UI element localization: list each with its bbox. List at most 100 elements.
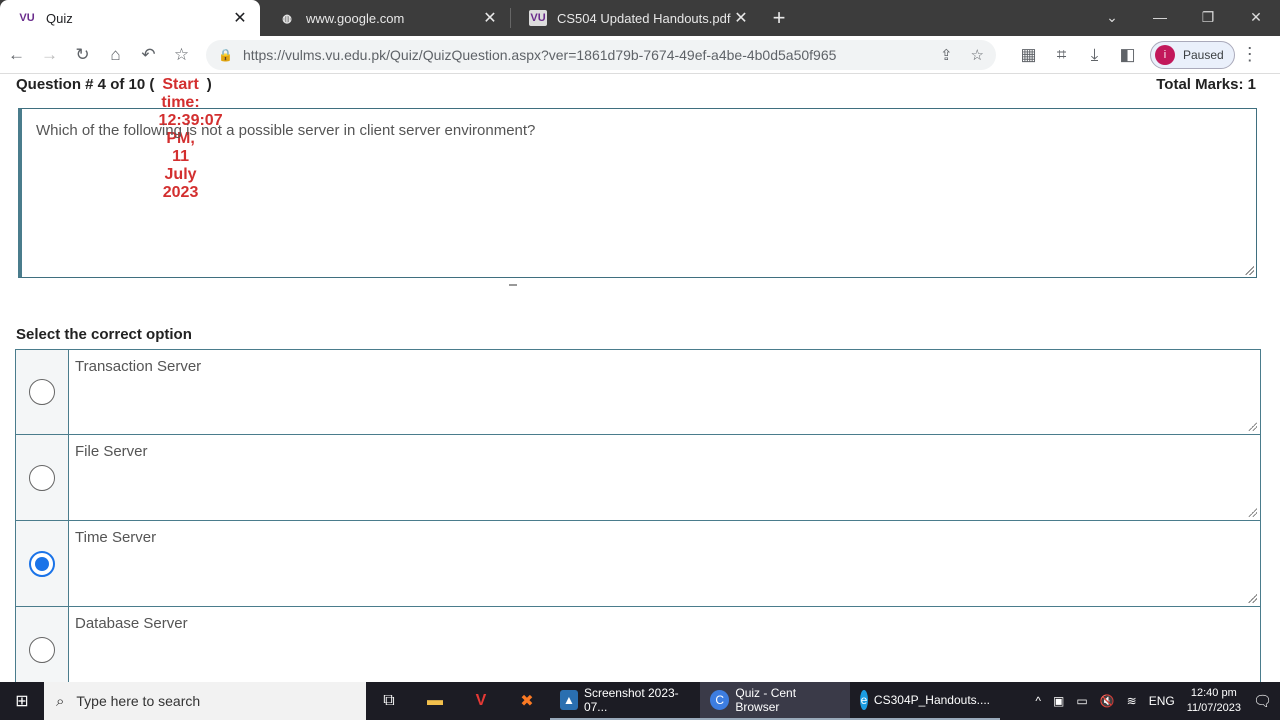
globe-icon: ◍ [282, 12, 292, 25]
resize-handle-icon[interactable] [1247, 421, 1257, 431]
home-icon[interactable]: ⌂ [99, 45, 132, 65]
clock-date: 11/07/2023 [1186, 702, 1241, 714]
search-placeholder: Type here to search [76, 693, 201, 709]
tab-title: Quiz [46, 10, 73, 26]
vu-logo-icon: VU [529, 10, 547, 26]
tab-google[interactable]: ◍ www.google.com ✕ [260, 0, 510, 36]
option-text-box: Time Server [69, 521, 1260, 606]
option-label: File Server [75, 443, 148, 460]
resize-handle-icon[interactable] [1244, 265, 1254, 275]
browser-tab-bar: VU Quiz ✕ ◍ www.google.com ✕ VU CS504 Up… [0, 0, 1280, 36]
tab-cs504-handouts[interactable]: VU CS504 Updated Handouts.pdf ✕ [511, 0, 761, 36]
volume-muted-icon[interactable]: 🔇 [1100, 694, 1115, 708]
tab-title: CS504 Updated Handouts.pdf [557, 10, 731, 26]
option-file-server[interactable]: File Server [15, 435, 1261, 521]
clock[interactable]: 12:40 pm 11/07/2023 [1187, 686, 1241, 716]
side-panel-icon[interactable]: ◧ [1111, 45, 1144, 65]
resize-handle-icon[interactable] [1247, 507, 1257, 517]
start-time: Start time: 12:39:07 PM, 11 July 2023 [158, 76, 223, 201]
option-label: Database Server [75, 615, 188, 632]
file-explorer-icon[interactable]: ▬ [412, 682, 458, 720]
browser-toolbar: ← → ↻ ⌂ ↶ ☆ 🔒 https://vulms.vu.edu.pk/Qu… [0, 36, 1280, 74]
avatar: i [1155, 44, 1175, 65]
undo-close-icon[interactable]: ↶ [132, 45, 165, 65]
windows-taskbar: ⊞ ⌕ Type here to search ⧉ ▬ V ✖ ▲ Screen… [0, 682, 1280, 720]
question-text: Which of the following is not a possible… [36, 122, 536, 139]
close-tab-icon[interactable]: ✕ [482, 8, 498, 28]
xampp-icon[interactable]: ✖ [504, 682, 550, 720]
close-window-icon[interactable]: ✕ [1232, 0, 1280, 36]
radio-button[interactable] [29, 636, 55, 663]
option-label: Time Server [75, 529, 157, 546]
battery-icon[interactable]: ▭ [1076, 694, 1087, 708]
wifi-icon[interactable]: ≋ [1127, 694, 1137, 708]
option-database-server[interactable]: Database Server [15, 607, 1261, 682]
taskbar-app-label: CS304P_Handouts.... [873, 693, 990, 707]
select-option-label: Select the correct option [16, 326, 192, 343]
options-list: Transaction Server File Server Time Serv… [15, 349, 1261, 682]
radio-button[interactable] [29, 379, 55, 405]
option-label: Transaction Server [75, 358, 202, 375]
radio-button[interactable] [29, 464, 55, 491]
close-paren: ) [206, 76, 212, 93]
tab-title: www.google.com [306, 10, 405, 26]
vu-logo-icon: VU [19, 12, 35, 24]
crop-icon[interactable]: ⌗ [1045, 45, 1078, 65]
url-text: https://vulms.vu.edu.pk/Quiz/QuizQuestio… [242, 46, 837, 63]
option-text-box: Database Server [69, 607, 1260, 682]
tray-overflow-icon[interactable]: ^ [1035, 694, 1041, 708]
radio-cell [16, 607, 69, 682]
option-transaction-server[interactable]: Transaction Server [15, 349, 1261, 435]
clock-time: 12:40 pm [1190, 687, 1237, 699]
total-marks: Total Marks: 1 [1156, 76, 1256, 93]
restore-icon[interactable]: ❐ [1184, 0, 1232, 36]
search-icon: ⌕ [56, 692, 65, 710]
edge-icon: e [860, 690, 868, 710]
close-tab-icon[interactable]: ✕ [232, 8, 248, 28]
back-icon[interactable]: ← [0, 45, 33, 65]
taskbar-app-screenshot[interactable]: ▲ Screenshot 2023-07... [550, 682, 700, 720]
forward-icon[interactable]: → [33, 45, 66, 65]
notifications-icon[interactable]: 🗨 [1253, 692, 1272, 710]
v-app-icon[interactable]: V [458, 682, 504, 720]
radio-cell [16, 521, 69, 606]
radio-cell [16, 350, 69, 434]
lock-icon: 🔒 [218, 47, 233, 62]
reload-icon[interactable]: ↻ [66, 45, 99, 65]
radio-cell [16, 435, 69, 520]
bookmark-icon[interactable]: ☆ [971, 46, 984, 64]
address-bar[interactable]: 🔒 https://vulms.vu.edu.pk/Quiz/QuizQuest… [206, 39, 996, 70]
language-indicator[interactable]: ENG [1149, 694, 1175, 708]
window-controls: ⌄ — ❐ ✕ [1088, 0, 1280, 36]
divider [509, 284, 517, 286]
tab-quiz[interactable]: VU Quiz ✕ [0, 0, 260, 36]
taskbar-app-label: Quiz - Cent Browser [735, 686, 797, 714]
question-textarea: Which of the following is not a possible… [18, 108, 1257, 278]
taskbar-app-label: Screenshot 2023-07... [583, 686, 679, 714]
windows-start-icon[interactable]: ⊞ [0, 691, 44, 711]
radio-button-selected[interactable] [29, 550, 55, 577]
tab-search-icon[interactable]: ⌄ [1088, 0, 1136, 36]
cent-browser-icon: C [710, 690, 730, 710]
menu-icon[interactable]: ⋮ [1235, 44, 1265, 65]
option-text-box: Transaction Server [69, 350, 1260, 434]
meet-now-icon[interactable]: ▣ [1053, 694, 1064, 708]
extensions-icon[interactable]: ▦ [1012, 45, 1045, 65]
taskbar-app-edge[interactable]: e CS304P_Handouts.... [850, 682, 1000, 720]
option-time-server[interactable]: Time Server [15, 521, 1261, 607]
photos-icon: ▲ [560, 690, 578, 710]
taskbar-search-box[interactable]: ⌕ Type here to search [44, 682, 366, 720]
taskbar-app-cent-browser[interactable]: C Quiz - Cent Browser [700, 682, 850, 720]
new-tab-button[interactable]: + [761, 5, 797, 31]
close-tab-icon[interactable]: ✕ [733, 8, 749, 28]
option-text-box: File Server [69, 435, 1260, 520]
share-icon[interactable]: ⇪ [940, 46, 953, 64]
question-header: Question # 4 of 10 ( Start time: 12:39:0… [16, 76, 1256, 201]
bookmark-star-icon[interactable]: ☆ [165, 45, 198, 65]
profile-button[interactable]: i Paused [1150, 40, 1235, 69]
minimize-icon[interactable]: — [1136, 0, 1184, 36]
download-icon[interactable]: ⤓ [1078, 45, 1111, 65]
profile-status: Paused [1183, 47, 1224, 62]
resize-handle-icon[interactable] [1247, 593, 1257, 603]
task-view-icon[interactable]: ⧉ [366, 682, 412, 720]
